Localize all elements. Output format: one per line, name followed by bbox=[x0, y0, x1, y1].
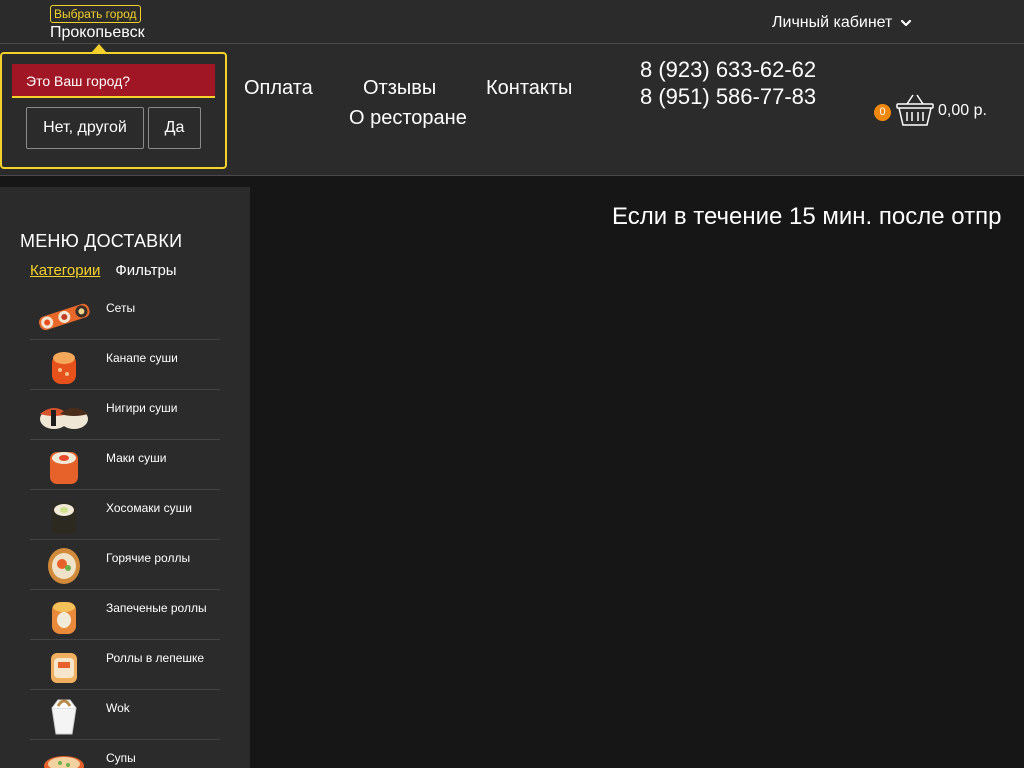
current-city[interactable]: Прокопьевск bbox=[50, 24, 145, 42]
canape-sushi-image bbox=[52, 352, 76, 384]
category-item-maki[interactable]: Маки суши bbox=[30, 440, 220, 490]
category-label: Горячие роллы bbox=[106, 551, 191, 565]
category-label: Канапе суши bbox=[106, 351, 178, 365]
baked-rolls-image bbox=[52, 602, 76, 634]
category-label: Нигири суши bbox=[106, 401, 178, 415]
phone-number[interactable]: 8 (951) 586-77-83 bbox=[640, 83, 820, 110]
promo-marquee-text: Если в течение 15 мин. после отпр bbox=[612, 203, 1002, 230]
category-item-nigiri[interactable]: Нигири суши bbox=[30, 390, 220, 440]
category-item-wok[interactable]: Wok bbox=[30, 690, 220, 740]
category-label: Сеты bbox=[106, 301, 136, 315]
chevron-down-icon bbox=[901, 19, 912, 27]
wok-image bbox=[51, 699, 77, 735]
city-question: Это Ваш город? bbox=[12, 64, 215, 98]
category-label: Маки суши bbox=[106, 451, 167, 465]
hosomaki-sushi-image bbox=[52, 502, 76, 534]
category-label: Роллы в лепешке bbox=[106, 651, 205, 665]
sidebar-title: МЕНЮ ДОСТАВКИ bbox=[20, 231, 183, 251]
hot-rolls-image bbox=[48, 548, 80, 584]
flatbread-rolls-image bbox=[51, 653, 77, 683]
category-item-flatbread-rolls[interactable]: Роллы в лепешке bbox=[30, 640, 220, 690]
nav-contacts[interactable]: Контакты bbox=[486, 77, 572, 100]
city-confirm-popup: Это Ваш город? Нет, другой Да bbox=[0, 44, 227, 169]
tab-filters[interactable]: Фильтры bbox=[115, 262, 176, 279]
nav-payment[interactable]: Оплата bbox=[244, 77, 313, 100]
account-label: Личный кабинет bbox=[772, 14, 893, 31]
cart-total: 0,00 р. bbox=[938, 102, 987, 119]
category-item-canape[interactable]: Канапе суши bbox=[30, 340, 220, 390]
category-label: Супы bbox=[106, 751, 136, 765]
delivery-menu-sidebar: МЕНЮ ДОСТАВКИ Категории Фильтры Сеты Кан… bbox=[0, 187, 250, 768]
category-item-baked-rolls[interactable]: Запеченые роллы bbox=[30, 590, 220, 640]
cart-count-badge: 0 bbox=[874, 103, 891, 121]
category-list: Сеты Канапе суши Нигири суши Маки суши Х… bbox=[30, 290, 220, 768]
sidebar-tabs: Категории Фильтры bbox=[30, 262, 177, 279]
nav-about[interactable]: О ресторане bbox=[349, 107, 467, 130]
category-label: Запеченые роллы bbox=[106, 601, 207, 615]
main-content: Если в течение 15 мин. после отпр bbox=[250, 177, 1024, 768]
maki-sushi-image bbox=[50, 452, 78, 484]
category-item-soups[interactable]: Супы bbox=[30, 740, 220, 768]
sets-image bbox=[38, 303, 90, 331]
city-yes-button[interactable]: Да bbox=[148, 107, 201, 149]
phone-list: 8 (923) 633-62-62 8 (951) 586-77-83 bbox=[640, 56, 820, 110]
category-item-sets[interactable]: Сеты bbox=[30, 290, 220, 340]
nav-reviews[interactable]: Отзывы bbox=[363, 77, 436, 100]
top-bar: Выбрать город Прокопьевск Личный кабинет bbox=[0, 0, 1024, 44]
basket-icon bbox=[896, 94, 934, 126]
city-no-button[interactable]: Нет, другой bbox=[26, 107, 144, 149]
account-menu[interactable]: Личный кабинет bbox=[772, 14, 912, 32]
category-item-hot-rolls[interactable]: Горячие роллы bbox=[30, 540, 220, 590]
choose-city-link[interactable]: Выбрать город bbox=[50, 5, 141, 23]
category-label: Wok bbox=[106, 701, 130, 715]
category-item-hosomaki[interactable]: Хосомаки суши bbox=[30, 490, 220, 540]
nigiri-sushi-image bbox=[40, 408, 88, 429]
tab-categories[interactable]: Категории bbox=[30, 262, 100, 279]
soups-image bbox=[44, 756, 84, 768]
category-label: Хосомаки суши bbox=[106, 501, 192, 515]
phone-number[interactable]: 8 (923) 633-62-62 bbox=[640, 56, 820, 83]
cart-button[interactable]: 0 0,00 р. bbox=[874, 94, 987, 128]
